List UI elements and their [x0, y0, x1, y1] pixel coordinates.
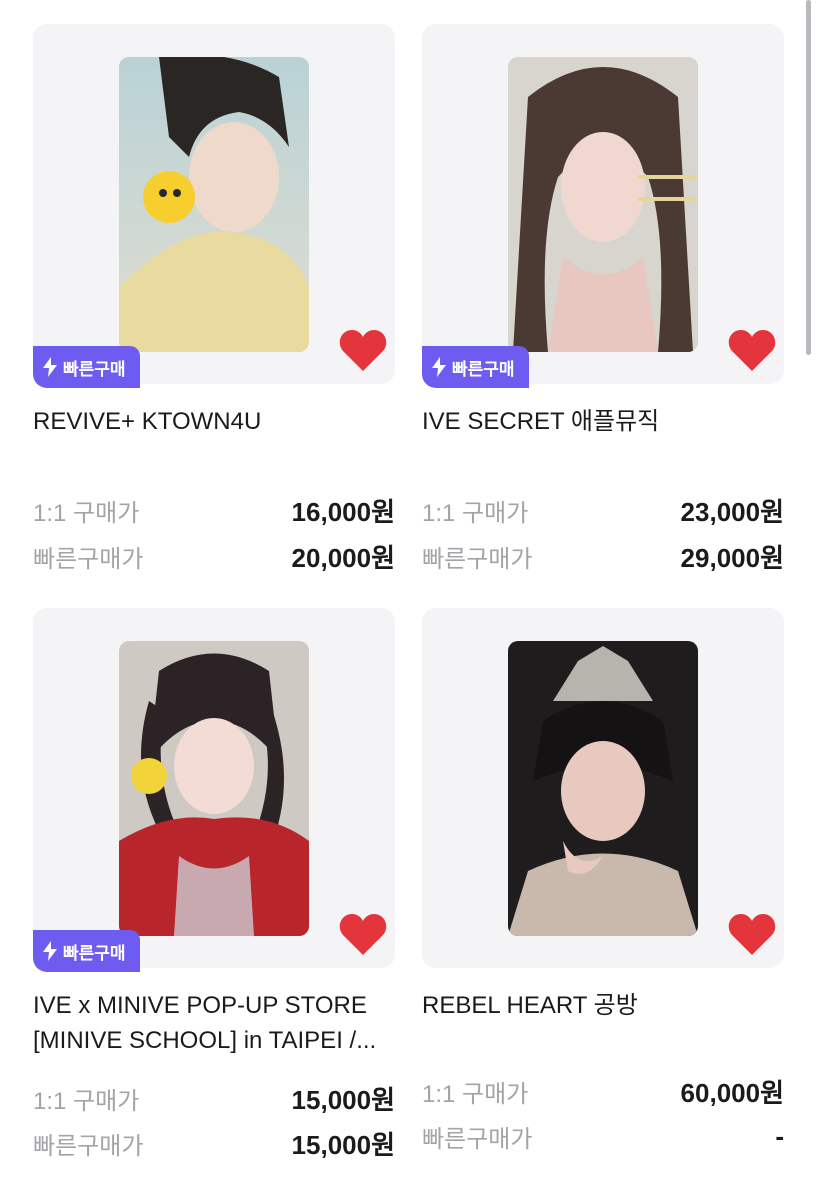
- product-card[interactable]: 빠른구매 IVE x MINIVE POP-UP STORE [MINIVE S…: [33, 608, 395, 1160]
- price-value-1to1: 15,000원: [291, 1085, 395, 1115]
- price-row-quick: 빠른구매가 15,000원: [33, 1125, 395, 1162]
- photocard-image: [508, 57, 698, 352]
- price-label-1to1: 1:1 구매가: [422, 500, 529, 527]
- product-title[interactable]: REBEL HEART 공방: [422, 988, 784, 1023]
- product-title[interactable]: REVIVE+ KTOWN4U: [33, 404, 395, 439]
- product-title[interactable]: IVE x MINIVE POP-UP STORE [MINIVE SCHOOL…: [33, 988, 395, 1058]
- price-value-1to1: 60,000원: [680, 1078, 784, 1108]
- price-label-quick: 빠른구매가: [33, 1133, 144, 1160]
- price-row-quick: 빠른구매가 20,000원: [33, 538, 395, 575]
- like-button[interactable]: [728, 912, 776, 956]
- scrollbar[interactable]: [806, 0, 811, 355]
- price-label-quick: 빠른구매가: [422, 546, 533, 573]
- heart-icon: [339, 330, 387, 371]
- photocard-image: [119, 57, 309, 352]
- product-thumbnail[interactable]: 빠른구매: [422, 24, 784, 388]
- price-row-quick: 빠른구매가 29,000원: [422, 538, 784, 575]
- like-button[interactable]: [339, 912, 387, 956]
- product-thumbnail[interactable]: [422, 608, 784, 968]
- heart-icon: [728, 914, 776, 955]
- price-value-1to1: 16,000원: [291, 497, 395, 527]
- quick-buy-badge-label: 빠른구매: [452, 359, 515, 379]
- price-row-1to1: 1:1 구매가 15,000원: [33, 1080, 395, 1117]
- photocard-image: [508, 641, 698, 936]
- quick-buy-badge: 빠른구매: [33, 930, 140, 972]
- price-label-quick: 빠른구매가: [422, 1126, 533, 1153]
- lightning-bolt-icon: [43, 941, 57, 961]
- product-title[interactable]: IVE SECRET 애플뮤직: [422, 404, 784, 439]
- product-grid: 빠른구매 REVIVE+ KTOWN4U 1:1 구매가 16,000원 빠른구…: [0, 0, 817, 1200]
- like-button[interactable]: [339, 328, 387, 372]
- photocard-image: [119, 641, 309, 936]
- product-card[interactable]: 빠른구매 IVE SECRET 애플뮤직 1:1 구매가 23,000원 빠른구…: [422, 24, 784, 573]
- lightning-bolt-icon: [432, 357, 446, 377]
- price-row-1to1: 1:1 구매가 60,000원: [422, 1073, 784, 1110]
- like-button[interactable]: [728, 328, 776, 372]
- product-thumbnail[interactable]: 빠른구매: [33, 608, 395, 972]
- price-row-1to1: 1:1 구매가 23,000원: [422, 492, 784, 529]
- product-card[interactable]: 빠른구매 REVIVE+ KTOWN4U 1:1 구매가 16,000원 빠른구…: [33, 24, 395, 573]
- price-value-quick: -: [775, 1121, 784, 1151]
- quick-buy-badge-label: 빠른구매: [63, 359, 126, 379]
- price-value-quick: 15,000원: [291, 1130, 395, 1160]
- heart-icon: [728, 330, 776, 371]
- quick-buy-badge: 빠른구매: [33, 346, 140, 388]
- price-label-quick: 빠른구매가: [33, 546, 144, 573]
- price-row-1to1: 1:1 구매가 16,000원: [33, 492, 395, 529]
- price-label-1to1: 1:1 구매가: [422, 1081, 529, 1108]
- product-card[interactable]: REBEL HEART 공방 1:1 구매가 60,000원 빠른구매가 -: [422, 608, 784, 1153]
- quick-buy-badge-label: 빠른구매: [63, 943, 126, 963]
- price-label-1to1: 1:1 구매가: [33, 500, 140, 527]
- price-value-quick: 29,000원: [680, 543, 784, 573]
- price-row-quick: 빠른구매가 -: [422, 1119, 784, 1154]
- heart-icon: [339, 914, 387, 955]
- price-value-1to1: 23,000원: [680, 497, 784, 527]
- product-thumbnail[interactable]: 빠른구매: [33, 24, 395, 388]
- lightning-bolt-icon: [43, 357, 57, 377]
- quick-buy-badge: 빠른구매: [422, 346, 529, 388]
- price-label-1to1: 1:1 구매가: [33, 1088, 140, 1115]
- price-value-quick: 20,000원: [291, 543, 395, 573]
